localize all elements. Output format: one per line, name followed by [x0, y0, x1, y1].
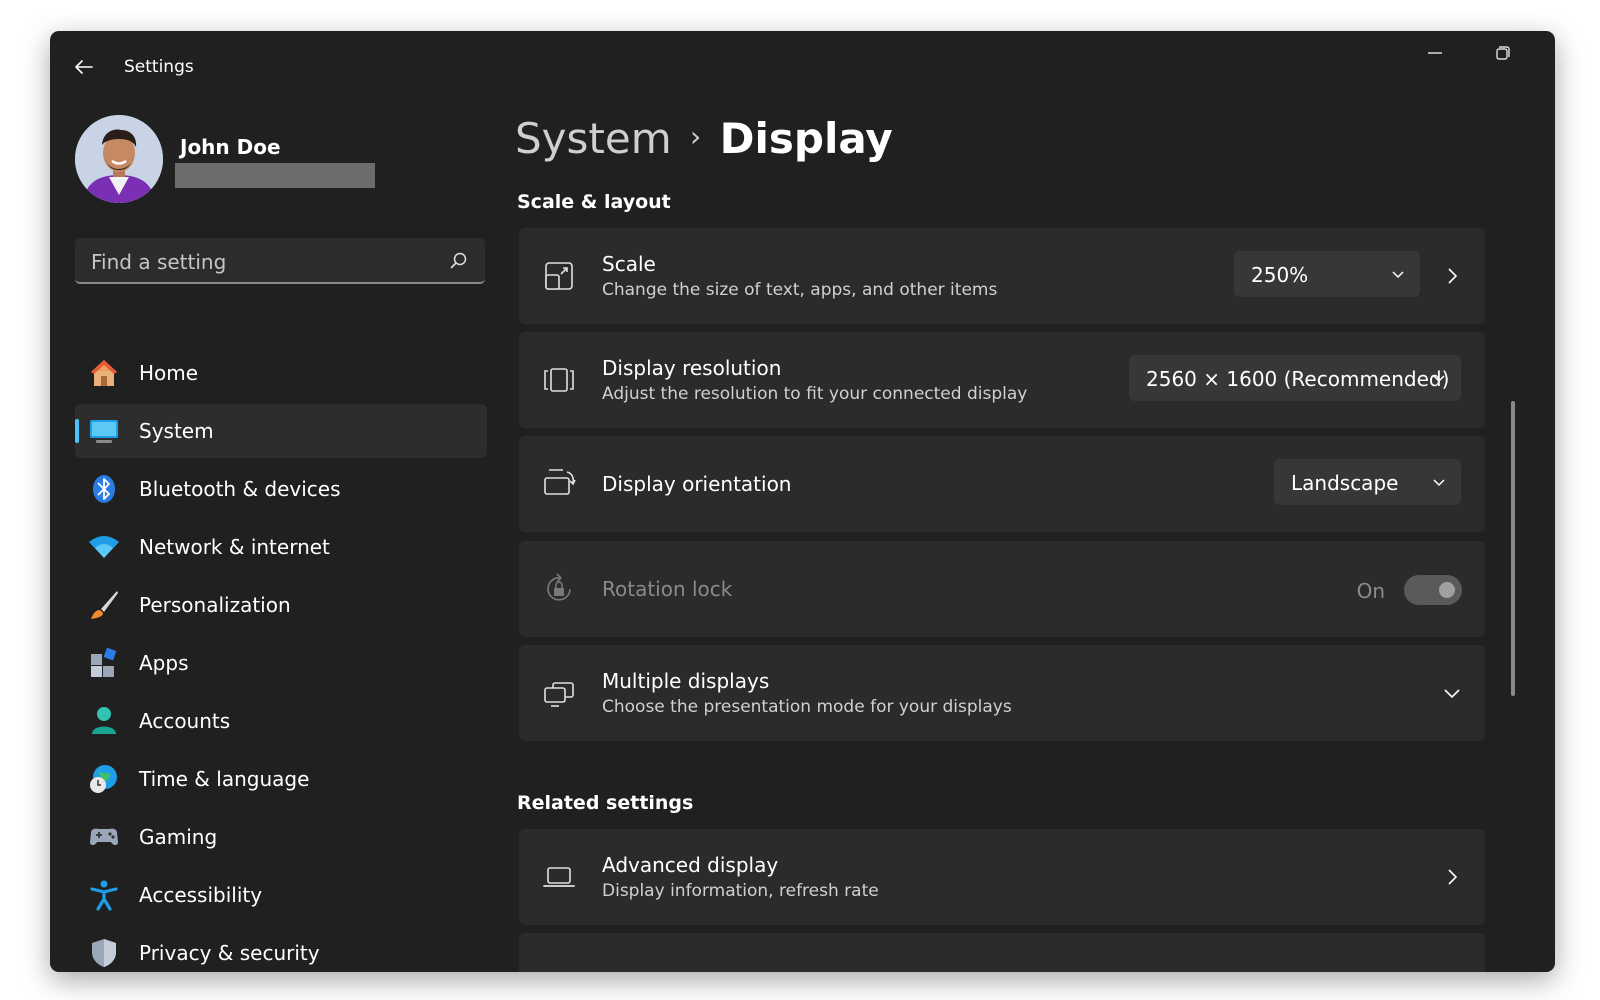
- close-icon: [1545, 41, 1555, 75]
- scale-title: Scale: [602, 252, 656, 276]
- display-orientation-dropdown-value: Landscape: [1291, 471, 1399, 495]
- system-icon: [90, 420, 118, 443]
- sidebar-item-personalization[interactable]: Personalization: [75, 578, 487, 632]
- avatar-photo: [75, 115, 163, 203]
- sidebar-item-label: Privacy & security: [139, 941, 320, 965]
- person-icon: [92, 707, 116, 734]
- display-orientation-icon: [544, 469, 576, 495]
- sidebar-item-label: Bluetooth & devices: [139, 477, 341, 501]
- breadcrumb: System › Display: [515, 114, 893, 163]
- setting-card-rotation-lock: Rotation lock On: [519, 541, 1485, 637]
- sidebar-item-label: Accessibility: [139, 883, 263, 907]
- setting-card-partial[interactable]: [519, 933, 1485, 972]
- rotation-lock-title: Rotation lock: [602, 577, 733, 601]
- page-title: Display: [719, 114, 893, 163]
- sidebar-item-accounts[interactable]: Accounts: [75, 694, 487, 748]
- chevron-right-icon: [1448, 869, 1458, 885]
- search-input[interactable]: Find a setting: [75, 238, 485, 284]
- rotation-lock-state-label: On: [1356, 579, 1385, 603]
- sidebar-item-label: Gaming: [139, 825, 218, 849]
- sidebar-item-system[interactable]: System: [75, 404, 487, 458]
- display-resolution-description: Adjust the resolution to fit your connec…: [602, 384, 1028, 404]
- gamepad-icon: [90, 828, 118, 845]
- back-button[interactable]: [70, 53, 98, 81]
- chevron-down-icon: [1433, 479, 1445, 487]
- redacted-email-bar: [175, 163, 375, 188]
- scale-icon: [545, 262, 573, 290]
- sidebar-item-time-language[interactable]: Time & language: [75, 752, 487, 806]
- multiple-displays-description: Choose the presentation mode for your di…: [602, 697, 1012, 717]
- chevron-down-icon[interactable]: [1441, 681, 1463, 705]
- scale-dropdown-value: 250%: [1251, 263, 1309, 287]
- scale-description: Change the size of text, apps, and other…: [602, 280, 998, 300]
- scale-dropdown[interactable]: 250%: [1234, 251, 1420, 297]
- display-resolution-dropdown[interactable]: 2560 × 1600 (Recommended): [1129, 355, 1461, 401]
- paintbrush-icon: [91, 591, 118, 619]
- multiple-displays-title: Multiple displays: [602, 669, 770, 693]
- chevron-right-icon[interactable]: [1441, 264, 1463, 288]
- sidebar-nav: Home System Bluetooth & devices Network …: [75, 346, 487, 972]
- display-resolution-title: Display resolution: [602, 356, 782, 380]
- chevron-down-icon: [1392, 271, 1404, 279]
- sidebar-item-label: Personalization: [139, 593, 291, 617]
- laptop-icon: [543, 867, 575, 887]
- multiple-displays-icon: [544, 682, 574, 707]
- section-title-related-settings: Related settings: [517, 792, 694, 814]
- display-resolution-dropdown-value: 2560 × 1600 (Recommended): [1146, 367, 1450, 391]
- sidebar-item-privacy-security[interactable]: Privacy & security: [75, 926, 487, 972]
- globe-clock-icon: [90, 765, 117, 793]
- app-title: Settings: [124, 57, 194, 77]
- advanced-display-title: Advanced display: [602, 853, 779, 877]
- sidebar-item-bluetooth[interactable]: Bluetooth & devices: [75, 462, 487, 516]
- toggle-knob: [1439, 582, 1455, 598]
- sidebar-item-gaming[interactable]: Gaming: [75, 810, 487, 864]
- sidebar-item-accessibility[interactable]: Accessibility: [75, 868, 487, 922]
- setting-card-display-resolution: Display resolution Adjust the resolution…: [519, 332, 1485, 428]
- breadcrumb-separator-icon: ›: [690, 120, 702, 153]
- minimize-icon: [1428, 52, 1442, 54]
- search-icon: [450, 252, 467, 269]
- advanced-display-description: Display information, refresh rate: [602, 881, 879, 901]
- profile-name: John Doe: [180, 135, 281, 159]
- home-icon: [91, 360, 117, 386]
- sidebar-item-network[interactable]: Network & internet: [75, 520, 487, 574]
- sidebar-item-apps[interactable]: Apps: [75, 636, 487, 690]
- wifi-icon: [89, 536, 119, 558]
- restore-button[interactable]: [1477, 41, 1527, 75]
- rotation-lock-toggle[interactable]: [1404, 575, 1462, 605]
- title-bar: Settings: [50, 31, 1555, 101]
- apps-icon: [91, 647, 117, 677]
- scrollbar-thumb[interactable]: [1511, 401, 1515, 696]
- sidebar-item-label: Accounts: [139, 709, 231, 733]
- shield-icon: [92, 939, 116, 967]
- section-title-scale-layout: Scale & layout: [517, 191, 671, 213]
- bluetooth-icon: [93, 475, 115, 503]
- search-placeholder: Find a setting: [91, 250, 227, 274]
- sidebar-item-label: Network & internet: [139, 535, 330, 559]
- breadcrumb-parent-link[interactable]: System: [515, 114, 672, 163]
- minimize-button[interactable]: [1410, 41, 1460, 75]
- restore-icon: [1496, 46, 1510, 60]
- settings-window: Settings John Doe Find a setting Home Sy…: [50, 31, 1555, 972]
- close-button[interactable]: [1545, 41, 1555, 75]
- display-orientation-dropdown[interactable]: Landscape: [1274, 459, 1461, 505]
- sidebar-item-label: Time & language: [139, 767, 310, 791]
- sidebar-item-label: Apps: [139, 651, 189, 675]
- display-resolution-icon: [544, 368, 574, 392]
- setting-card-scale[interactable]: Scale Change the size of text, apps, and…: [519, 228, 1485, 324]
- sidebar-item-home[interactable]: Home: [75, 346, 487, 400]
- avatar[interactable]: [75, 115, 163, 203]
- sidebar-item-label: System: [139, 419, 214, 443]
- back-arrow-icon: [75, 60, 93, 74]
- setting-card-display-orientation: Display orientation Landscape: [519, 436, 1485, 532]
- accessibility-icon: [90, 880, 118, 911]
- chevron-down-icon: [1433, 375, 1445, 383]
- setting-card-multiple-displays[interactable]: Multiple displays Choose the presentatio…: [519, 645, 1485, 741]
- setting-card-advanced-display[interactable]: Advanced display Display information, re…: [519, 829, 1485, 925]
- rotation-lock-icon: [547, 573, 571, 601]
- display-orientation-title: Display orientation: [602, 472, 792, 496]
- sidebar-item-label: Home: [139, 361, 199, 385]
